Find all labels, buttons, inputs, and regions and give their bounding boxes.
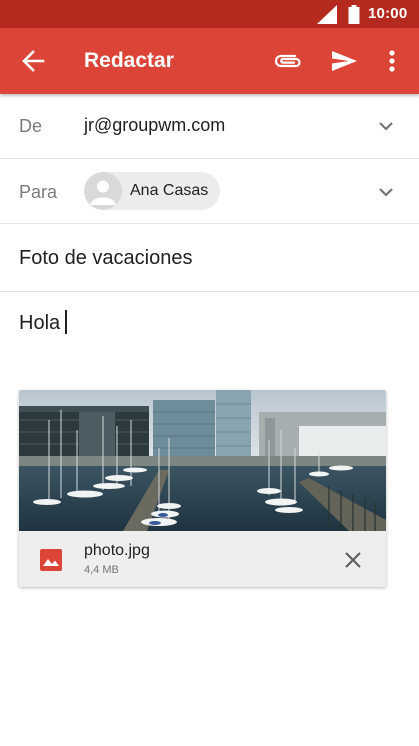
to-label: Para (19, 182, 58, 202)
subject-field[interactable]: Foto de vacaciones (19, 247, 192, 270)
to-row: Para Ana Casas (0, 159, 419, 224)
from-label: De (19, 116, 43, 136)
person-icon (90, 180, 116, 205)
image-icon (40, 549, 62, 571)
text-cursor (65, 310, 67, 334)
from-row: De jr@groupwm.com (0, 94, 419, 159)
app-bar: Redactar (0, 28, 419, 94)
subject-row[interactable]: Foto de vacaciones (0, 224, 419, 292)
more-vert-icon[interactable] (382, 46, 402, 76)
body-text: Hola (19, 312, 61, 334)
from-account[interactable]: jr@groupwm.com (84, 115, 225, 136)
attachment-filename: photo.jpg (84, 542, 150, 559)
close-icon[interactable] (342, 549, 364, 571)
attachment-size: 4,4 MB (84, 564, 119, 576)
recipient-chip[interactable]: Ana Casas (84, 172, 220, 210)
back-arrow-icon[interactable] (18, 46, 48, 76)
recipient-name: Ana Casas (130, 182, 209, 199)
send-icon[interactable] (329, 46, 359, 76)
attachment-thumbnail[interactable] (19, 390, 386, 531)
avatar (84, 172, 122, 210)
signal-icon (317, 5, 337, 24)
battery-icon (348, 5, 360, 24)
message-body[interactable]: Hola (19, 310, 67, 335)
status-time: 10:00 (368, 5, 408, 22)
status-bar: 10:00 (0, 0, 419, 28)
chevron-down-icon[interactable] (376, 116, 396, 136)
attachment-card[interactable]: photo.jpg 4,4 MB (19, 390, 386, 587)
page-title: Redactar (84, 49, 174, 72)
chevron-down-icon[interactable] (376, 182, 396, 202)
paperclip-icon[interactable] (272, 46, 304, 76)
